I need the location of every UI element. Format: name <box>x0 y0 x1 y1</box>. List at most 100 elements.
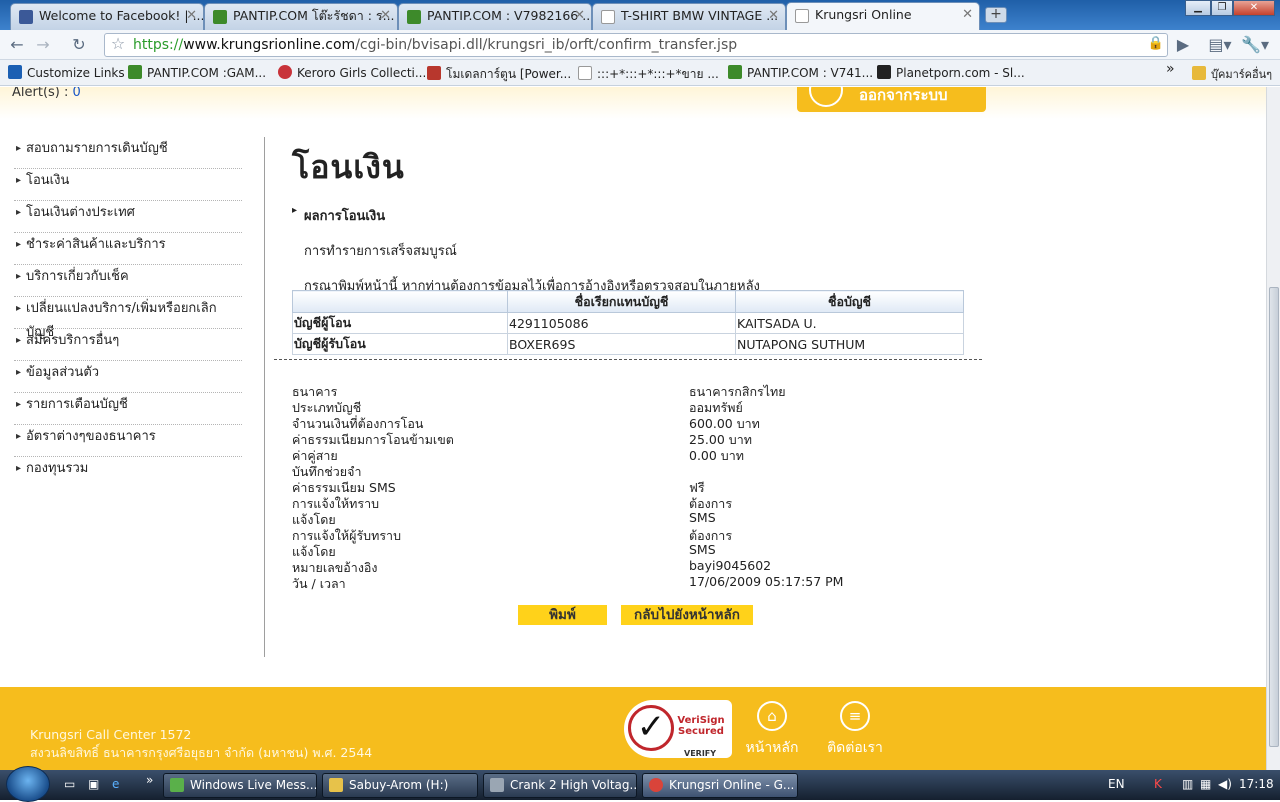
table-header <box>292 290 508 313</box>
new-tab-button[interactable]: + <box>985 7 1007 23</box>
detail-row: วัน / เวลา 17/06/2009 05:17:57 PM <box>292 574 844 591</box>
close-tab-icon[interactable]: ✕ <box>186 4 197 28</box>
pp-icon <box>877 65 891 79</box>
quicklaunch-more-icon[interactable]: » <box>146 773 153 787</box>
lock-icon[interactable]: 🔒 <box>1145 34 1167 54</box>
close-tab-icon[interactable]: ✕ <box>574 4 585 28</box>
tab-pantip-2[interactable]: PANTIP.COM : V7982166 ... ✕ <box>398 3 592 30</box>
tab-krungsri[interactable]: Krungsri Online ✕ <box>786 2 980 30</box>
page-menu-icon[interactable]: ▤▾ <box>1206 35 1234 55</box>
detail-row: แจ้งโดย SMS <box>292 510 716 527</box>
detail-row: บันทึกช่วยจำ <box>292 464 362 479</box>
bookmark-customize-links[interactable]: Customize Links <box>8 65 125 80</box>
sidebar-item-cheque[interactable]: บริการเกี่ยวกับเช็ค <box>14 265 242 297</box>
tab-label: PANTIP.COM : V7982166 ... <box>427 8 592 23</box>
page-viewport: Alert(s) : 0 ออกจากระบบ สอบถามรายการเดิน… <box>0 87 1266 770</box>
bookmark-keroro[interactable]: Keroro Girls Collecti... <box>278 65 426 80</box>
bookmark-planetporn[interactable]: Planetporn.com - Sl... <box>877 65 1025 80</box>
tab-label: Krungsri Online <box>815 7 912 22</box>
ie-icon[interactable]: e <box>112 777 119 791</box>
vertical-scrollbar[interactable] <box>1266 87 1280 770</box>
task-windows-live-messenger[interactable]: Windows Live Mess... <box>163 773 317 798</box>
detail-row: ค่าธรรมเนียมการโอนข้ามเขต 25.00 บาท <box>292 432 752 447</box>
more-bookmarks-icon[interactable]: » <box>1166 61 1175 77</box>
sidebar-item-manage-accounts[interactable]: เปลี่ยนแปลงบริการ/เพิ่มหรือยกเลิกบัญชี <box>14 297 242 340</box>
close-tab-icon[interactable]: ✕ <box>380 4 391 28</box>
alerts-count[interactable]: 0 <box>73 87 81 100</box>
clock[interactable]: 17:18 <box>1239 777 1274 791</box>
sidebar-item-funds[interactable]: กองทุนรวม <box>14 457 242 489</box>
sidebar-item-account-inquiry[interactable]: สอบถามรายการเดินบัญชี <box>14 137 242 169</box>
sidebar-item-other-services[interactable]: สมัครบริการอื่นๆ <box>14 329 242 361</box>
page-icon <box>578 66 592 80</box>
close-tab-icon[interactable]: ✕ <box>962 3 973 27</box>
show-desktop-icon[interactable]: ▭ <box>64 777 75 791</box>
vertical-divider <box>264 137 265 657</box>
other-bookmarks[interactable]: บุ๊คมาร์คอื่นๆ <box>1192 65 1272 83</box>
address-bar[interactable]: ☆ https://www.krungsrionline.com/cgi-bin… <box>104 33 1168 57</box>
sidebar-item-bill-payment[interactable]: ชำระค่าสินค้าและบริการ <box>14 233 242 265</box>
volume-icon[interactable]: ◀) <box>1218 777 1232 791</box>
bookmark-model-cartoon[interactable]: โมเดลการ์ตูน [Power... <box>427 65 571 84</box>
tab-label: T-SHIRT BMW VINTAGE ... <box>621 8 779 23</box>
go-icon[interactable]: ▶ <box>1172 35 1194 55</box>
print-button[interactable]: พิมพ์ <box>518 605 607 625</box>
sidebar-item-profile[interactable]: ข้อมูลส่วนตัว <box>14 361 242 393</box>
pantip-icon <box>128 65 142 79</box>
network-icon[interactable]: ▥ <box>1182 777 1193 791</box>
detail-row: หมายเลขอ้างอิง bayi9045602 <box>292 558 772 575</box>
sidebar-item-intl-transfer[interactable]: โอนเงินต่างประเทศ <box>14 201 242 233</box>
tab-pantip-1[interactable]: PANTIP.COM โต๊ะรัชดา : ร... ✕ <box>204 3 398 30</box>
sidebar-menu: สอบถามรายการเดินบัญชี โอนเงิน โอนเงินต่า… <box>14 137 242 489</box>
bookmark-icon <box>8 65 22 79</box>
table-row: บัญชีผู้โอน 4291105086 KAITSADA U. <box>292 312 964 334</box>
star-icon[interactable]: ☆ <box>107 34 129 54</box>
detail-row: จำนวนเงินที่ต้องการโอน 600.00 บาท <box>292 416 760 431</box>
task-krungsri-online[interactable]: Krungsri Online - G... <box>642 773 798 798</box>
table-cell: BOXER69S <box>507 333 736 355</box>
detail-row: แจ้งโดย SMS <box>292 542 716 559</box>
sidebar-item-alerts[interactable]: รายการเตือนบัญชี <box>14 393 242 425</box>
tab-label: Welcome to Facebook! | ... <box>39 8 204 23</box>
chrome-icon <box>649 778 663 792</box>
keroro-icon <box>278 65 292 79</box>
footer-home-link[interactable]: ⌂ หน้าหลัก <box>744 701 800 759</box>
connection-icon[interactable]: ▦ <box>1200 777 1211 791</box>
switch-windows-icon[interactable]: ▣ <box>88 777 99 791</box>
tab-tshirt[interactable]: T-SHIRT BMW VINTAGE ... ✕ <box>592 3 786 30</box>
footer-contact-link[interactable]: ≡ ติดต่อเรา <box>826 701 884 759</box>
bookmark-pantip-v741[interactable]: PANTIP.COM : V741... <box>728 65 873 80</box>
close-tab-icon[interactable]: ✕ <box>768 4 779 28</box>
sidebar-item-transfer[interactable]: โอนเงิน <box>14 169 242 201</box>
facebook-icon <box>19 10 33 24</box>
table-row: บัญชีผู้รับโอน BOXER69S NUTAPONG SUTHUM <box>292 333 964 355</box>
detail-row: ประเภทบัญชี ออมทรัพย์ <box>292 400 743 415</box>
detail-row: ค่าคู่สาย 0.00 บาท <box>292 448 744 463</box>
task-crank-2[interactable]: Crank 2 High Voltag... <box>483 773 637 798</box>
forward-icon[interactable]: → <box>32 35 54 55</box>
alerts-indicator: Alert(s) : 0 <box>12 87 81 100</box>
minimize-button[interactable]: ▁ <box>1185 0 1211 16</box>
bookmark-pantip-game[interactable]: PANTIP.COM :GAM... <box>128 65 266 80</box>
bookmark-sale[interactable]: :::+*:::+*:::+*ขาย ... <box>578 65 719 84</box>
language-indicator[interactable]: EN <box>1108 777 1125 791</box>
scrollbar-thumb[interactable] <box>1269 287 1279 747</box>
close-window-button[interactable]: ✕ <box>1233 0 1275 16</box>
start-button[interactable] <box>6 766 50 802</box>
back-to-home-button[interactable]: กลับไปยังหน้าหลัก <box>621 605 753 625</box>
logout-button[interactable]: ออกจากระบบ <box>797 87 986 112</box>
verisign-seal[interactable]: ✓ VeriSign Secured VERIFY <box>624 700 732 758</box>
antivirus-icon[interactable]: K <box>1154 777 1162 791</box>
browser-toolbar: ← → ↻ ☆ https://www.krungsrionline.com/c… <box>0 30 1280 60</box>
tab-facebook[interactable]: Welcome to Facebook! | ... ✕ <box>10 3 204 30</box>
task-sabuy-arom[interactable]: Sabuy-Arom (H:) <box>322 773 478 798</box>
url-text: https://www.krungsrionline.com/cgi-bin/b… <box>133 37 738 53</box>
table-header-row: ชื่อเรียกแทนบัญชี ชื่อบัญชี <box>292 290 964 313</box>
document-icon: ≡ <box>840 701 870 731</box>
reload-icon[interactable]: ↻ <box>68 35 90 55</box>
maximize-button[interactable]: ❐ <box>1211 0 1233 16</box>
back-icon[interactable]: ← <box>6 35 28 55</box>
success-message: การทำรายการเสร็จสมบูรณ์ <box>304 244 457 259</box>
sidebar-item-rates[interactable]: อัตราต่างๆของธนาคาร <box>14 425 242 457</box>
wrench-menu-icon[interactable]: 🔧▾ <box>1240 35 1270 55</box>
